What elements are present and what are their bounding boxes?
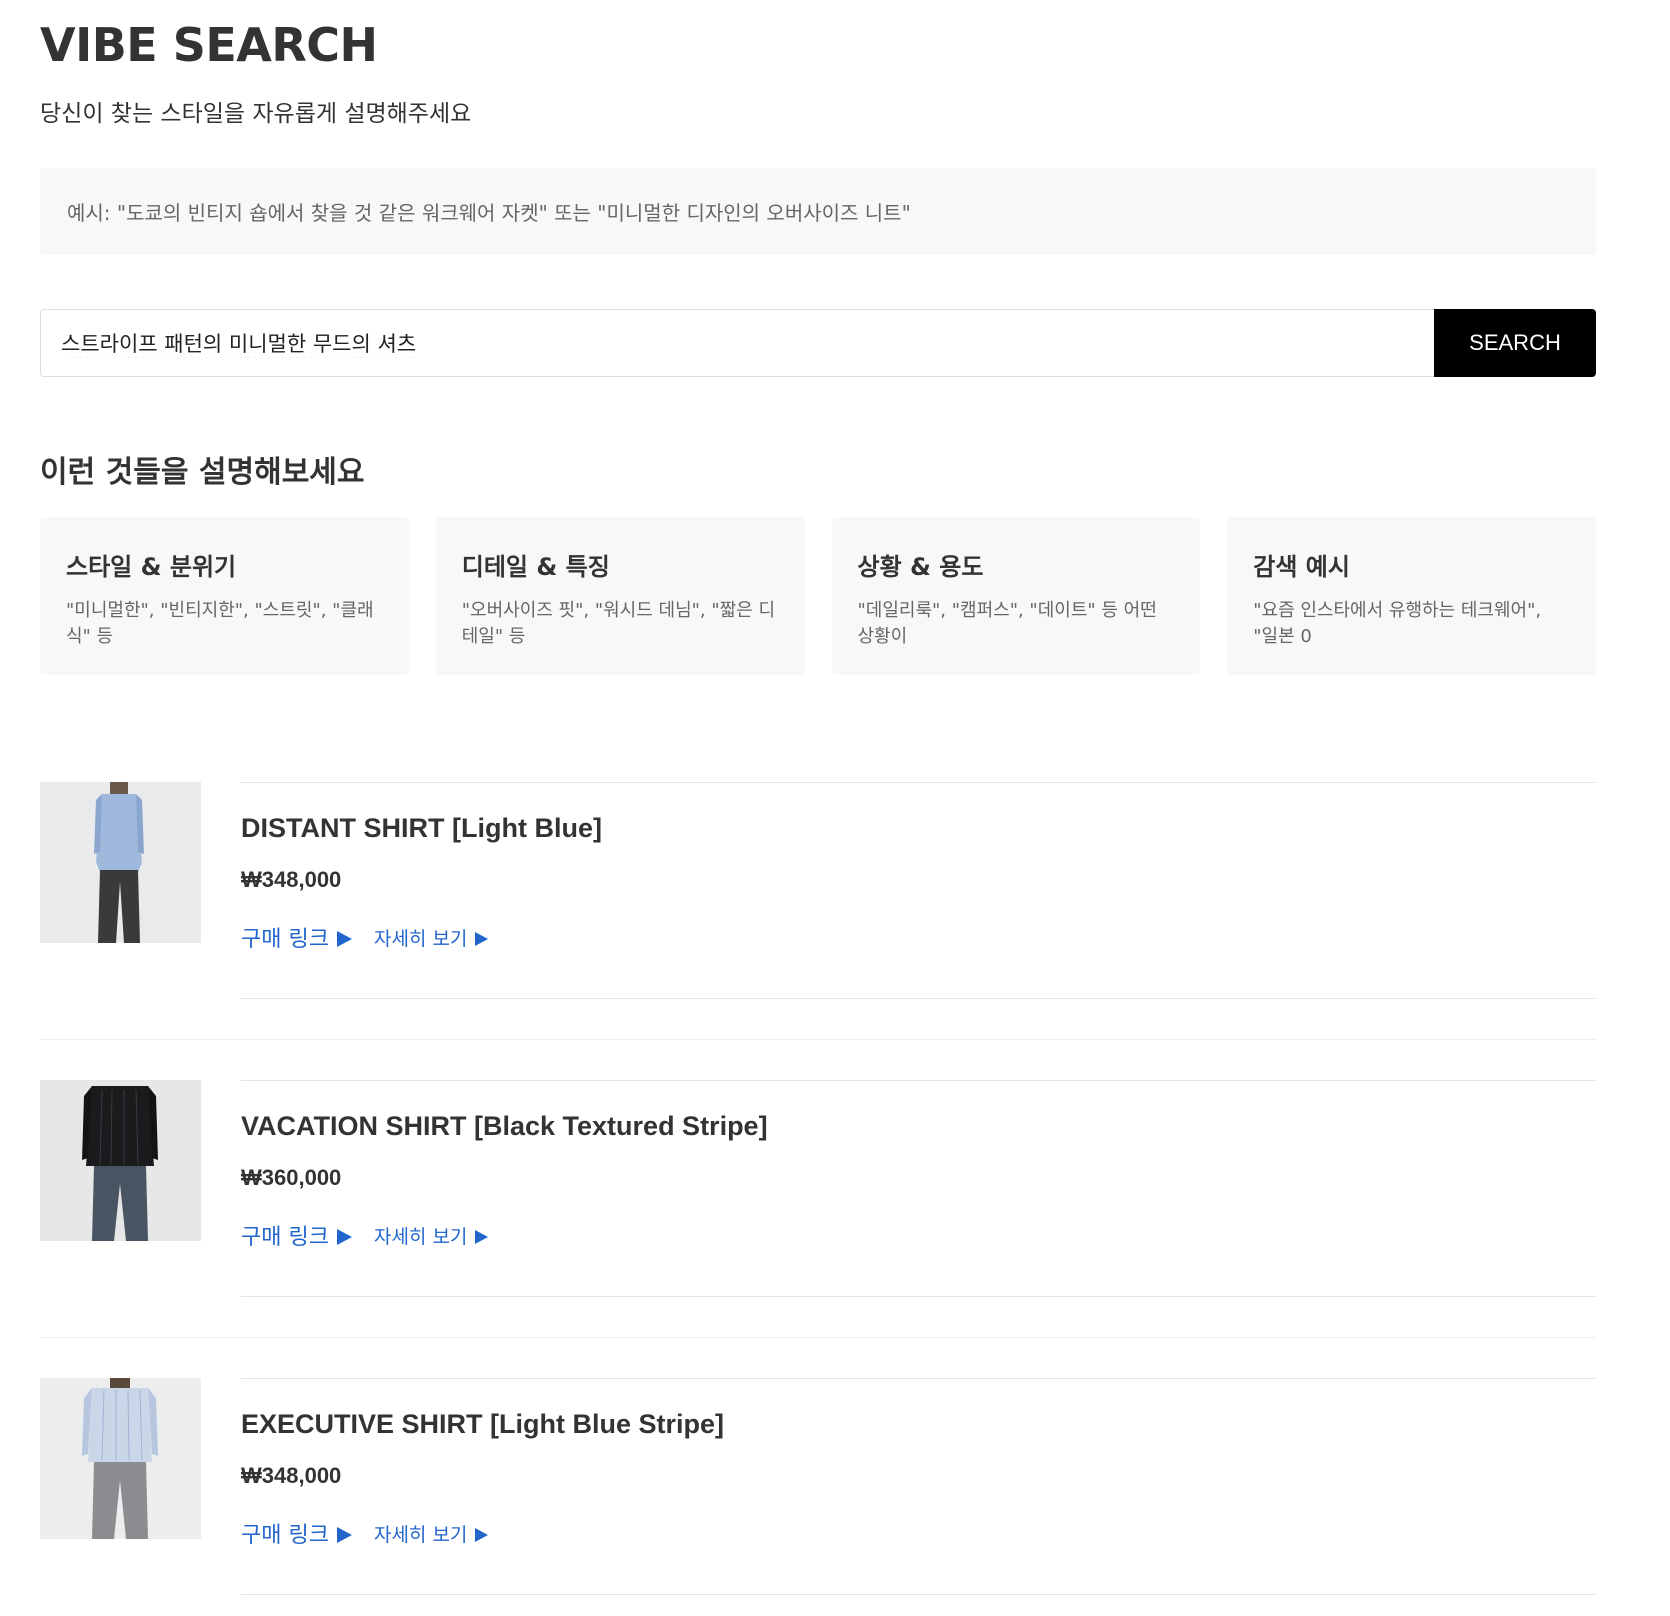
detail-link[interactable]: 자세히 보기 — [373, 924, 489, 951]
detail-link-label: 자세히 보기 — [373, 1225, 468, 1248]
result-details: EXECUTIVE SHIRT [Light Blue Stripe] ₩348… — [241, 1378, 1596, 1595]
detail-link[interactable]: 자세히 보기 — [373, 1222, 489, 1249]
result-item: DISTANT SHIRT [Light Blue] ₩348,000 구매 링… — [40, 782, 1596, 1080]
example-hint-box: 예시: "도쿄의 빈티지 숍에서 찾을 것 같은 워크웨어 자켓" 또는 "미니… — [40, 168, 1596, 255]
tip-card-detail: 디테일 & 특징 "오버사이즈 핏", "워시드 데님", "짧은 디테일" 등 — [435, 517, 805, 675]
product-image-figure — [40, 782, 201, 943]
buy-link-label: 구매 링크 — [241, 1225, 329, 1250]
tip-card-example: 감색 예시 "요즘 인스타에서 유행하는 테크웨어", "일본 0 — [1227, 517, 1596, 675]
tip-card-occasion: 상황 & 용도 "데일리룩", "캠퍼스", "데이트" 등 어떤 상황이 — [831, 517, 1201, 675]
detail-link[interactable]: 자세히 보기 — [373, 1520, 489, 1547]
result-details: DISTANT SHIRT [Light Blue] ₩348,000 구매 링… — [241, 782, 1596, 999]
search-input[interactable] — [40, 309, 1434, 377]
product-links: 구매 링크 자세히 보기 — [241, 1219, 489, 1251]
product-price: ₩348,000 — [241, 867, 342, 892]
play-arrow-icon — [475, 931, 489, 946]
product-image[interactable] — [40, 1378, 201, 1539]
buy-link[interactable]: 구매 링크 — [241, 1517, 352, 1549]
tip-card-desc: "미니멀한", "빈티지한", "스트릿", "클래식" 등 — [66, 600, 374, 647]
example-hint-text: 예시: "도쿄의 빈티지 숍에서 찾을 것 같은 워크웨어 자켓" 또는 "미니… — [67, 201, 911, 225]
product-price: ₩348,000 — [241, 1463, 342, 1488]
result-item: VACATION SHIRT [Black Textured Stripe] ₩… — [40, 1080, 1596, 1378]
tip-card-title: 디테일 & 특징 — [461, 553, 610, 581]
result-divider — [40, 1039, 1596, 1040]
buy-link-label: 구매 링크 — [241, 1523, 329, 1548]
play-arrow-icon — [475, 1527, 489, 1542]
product-price: ₩360,000 — [241, 1165, 342, 1190]
detail-link-label: 자세히 보기 — [373, 1523, 468, 1546]
result-item: EXECUTIVE SHIRT [Light Blue Stripe] ₩348… — [40, 1378, 1596, 1616]
tip-card-desc: "요즘 인스타에서 유행하는 테크웨어", "일본 0 — [1253, 600, 1542, 647]
product-image-figure — [40, 1378, 201, 1539]
search-button[interactable]: SEARCH — [1434, 309, 1596, 377]
play-arrow-icon — [336, 931, 352, 947]
page: VIBE SEARCH 당신이 찾는 스타일을 자유롭게 설명해주세요 예시: … — [0, 0, 1670, 1616]
tip-card-title: 감색 예시 — [1253, 553, 1350, 581]
product-name[interactable]: VACATION SHIRT [Black Textured Stripe] — [241, 1111, 768, 1142]
play-arrow-icon — [336, 1229, 352, 1245]
page-title: VIBE SEARCH — [40, 18, 378, 72]
play-arrow-icon — [475, 1229, 489, 1244]
search-results: DISTANT SHIRT [Light Blue] ₩348,000 구매 링… — [40, 782, 1596, 1616]
buy-link[interactable]: 구매 링크 — [241, 1219, 352, 1251]
tip-card-title: 스타일 & 분위기 — [66, 553, 237, 581]
tip-card-desc: "데일리룩", "캠퍼스", "데이트" 등 어떤 상황이 — [857, 600, 1157, 647]
detail-link-label: 자세히 보기 — [373, 927, 468, 950]
tip-card-title: 상황 & 용도 — [857, 553, 984, 581]
tips-heading: 이런 것들을 설명해보세요 — [40, 455, 365, 490]
product-name[interactable]: EXECUTIVE SHIRT [Light Blue Stripe] — [241, 1409, 724, 1440]
search-bar: SEARCH — [40, 309, 1596, 377]
result-divider — [40, 1337, 1596, 1338]
product-links: 구매 링크 자세히 보기 — [241, 921, 489, 953]
page-subtitle: 당신이 찾는 스타일을 자유롭게 설명해주세요 — [40, 101, 472, 127]
tip-card-style: 스타일 & 분위기 "미니멀한", "빈티지한", "스트릿", "클래식" 등 — [40, 517, 409, 675]
tips-grid: 스타일 & 분위기 "미니멀한", "빈티지한", "스트릿", "클래식" 등… — [40, 517, 1596, 675]
product-image-figure — [40, 1080, 201, 1241]
product-image[interactable] — [40, 782, 201, 943]
product-image[interactable] — [40, 1080, 201, 1241]
play-arrow-icon — [336, 1527, 352, 1543]
buy-link[interactable]: 구매 링크 — [241, 921, 352, 953]
result-details: VACATION SHIRT [Black Textured Stripe] ₩… — [241, 1080, 1596, 1297]
tip-card-desc: "오버사이즈 핏", "워시드 데님", "짧은 디테일" 등 — [461, 600, 776, 647]
buy-link-label: 구매 링크 — [241, 927, 329, 952]
product-name[interactable]: DISTANT SHIRT [Light Blue] — [241, 813, 602, 844]
product-links: 구매 링크 자세히 보기 — [241, 1517, 489, 1549]
